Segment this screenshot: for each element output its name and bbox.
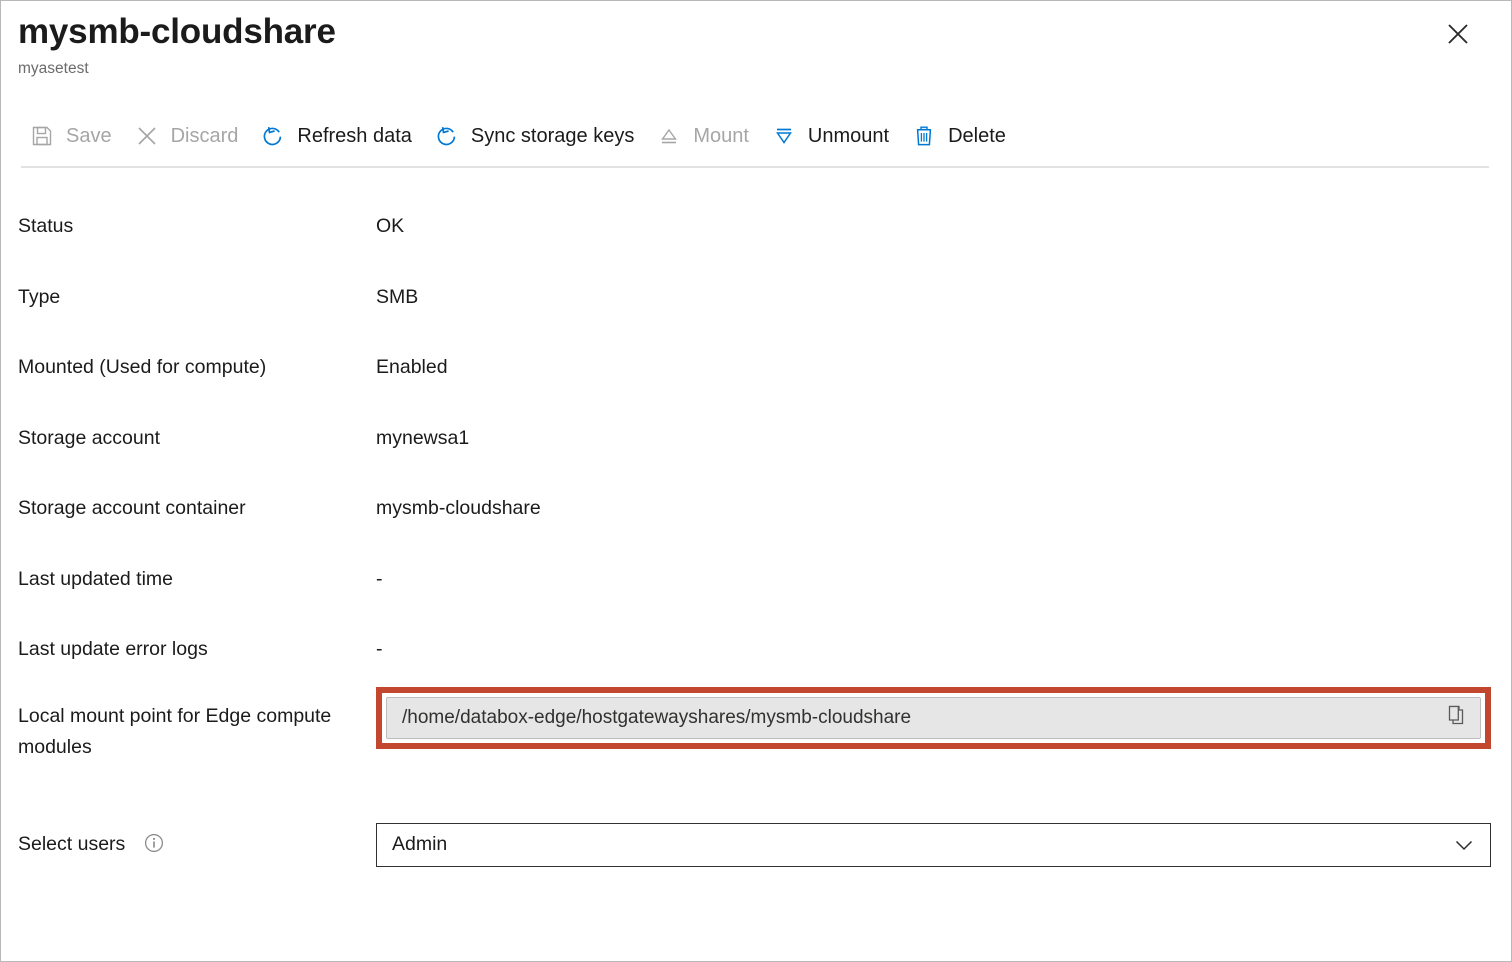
property-row-select-users: Select users Admin: [18, 815, 1491, 875]
close-button[interactable]: [1441, 17, 1475, 51]
property-row-status: Status OK: [18, 197, 1491, 268]
property-label: Storage account container: [18, 479, 376, 524]
property-value: mynewsa1: [376, 409, 469, 454]
property-label: Status: [18, 197, 376, 242]
property-value: OK: [376, 197, 404, 242]
save-icon: [29, 123, 55, 149]
property-value: -: [376, 620, 383, 665]
refresh-icon: [260, 123, 286, 149]
property-row-last-updated-time: Last updated time -: [18, 550, 1491, 621]
highlight-annotation: /home/databox-edge/hostgatewayshares/mys…: [376, 687, 1491, 749]
unmount-label: Unmount: [808, 125, 889, 148]
mount-button[interactable]: Mount: [645, 113, 760, 159]
discard-label: Discard: [171, 125, 239, 148]
property-label: Type: [18, 268, 376, 313]
select-users-dropdown[interactable]: Admin: [376, 823, 1491, 867]
unmount-button[interactable]: Unmount: [760, 113, 900, 159]
select-users-label: Select users: [18, 829, 376, 860]
sync-storage-keys-button[interactable]: Sync storage keys: [423, 113, 645, 159]
chevron-down-icon: [1452, 833, 1476, 857]
property-row-local-mount-point: Local mount point for Edge compute modul…: [18, 691, 1491, 791]
page-title: mysmb-cloudshare: [1, 11, 1511, 53]
property-row-type: Type SMB: [18, 268, 1491, 339]
property-value: mysmb-cloudshare: [376, 479, 541, 524]
delete-label: Delete: [948, 125, 1006, 148]
discard-icon: [134, 123, 160, 149]
local-mount-point-label: Local mount point for Edge compute modul…: [18, 691, 376, 763]
toolbar-separator: [21, 166, 1489, 168]
select-users-value: Admin: [392, 833, 447, 856]
blade-header: mysmb-cloudshare myasetest: [1, 1, 1511, 77]
property-label: Last updated time: [18, 550, 376, 595]
copy-icon: [1446, 704, 1468, 731]
property-row-storage-account-container: Storage account container mysmb-cloudsha…: [18, 479, 1491, 550]
delete-button[interactable]: Delete: [900, 113, 1017, 159]
refresh-data-button[interactable]: Refresh data: [249, 113, 423, 159]
property-value: -: [376, 550, 383, 595]
property-label: Last update error logs: [18, 620, 376, 665]
property-row-last-update-error-logs: Last update error logs -: [18, 620, 1491, 691]
unmount-icon: [771, 123, 797, 149]
local-mount-point-input[interactable]: /home/databox-edge/hostgatewayshares/mys…: [386, 697, 1481, 739]
info-icon[interactable]: [143, 832, 165, 854]
close-icon: [1445, 21, 1471, 47]
local-mount-point-field-wrapper: /home/databox-edge/hostgatewayshares/mys…: [376, 687, 1491, 749]
property-row-storage-account: Storage account mynewsa1: [18, 409, 1491, 480]
refresh-data-label: Refresh data: [297, 125, 412, 148]
mount-label: Mount: [693, 125, 749, 148]
property-label: Mounted (Used for compute): [18, 338, 376, 383]
local-mount-point-value: /home/databox-edge/hostgatewayshares/mys…: [402, 707, 911, 729]
mount-icon: [656, 123, 682, 149]
property-value: SMB: [376, 268, 418, 313]
copy-button[interactable]: [1444, 705, 1470, 731]
save-button[interactable]: Save: [18, 113, 123, 159]
property-label: Storage account: [18, 409, 376, 454]
save-label: Save: [66, 125, 112, 148]
property-value: Enabled: [376, 338, 448, 383]
command-toolbar: Save Discard Refresh data: [18, 113, 1017, 159]
sync-storage-keys-label: Sync storage keys: [471, 125, 634, 148]
property-list: Status OK Type SMB Mounted (Used for com…: [18, 197, 1491, 875]
sync-icon: [434, 123, 460, 149]
property-row-mounted: Mounted (Used for compute) Enabled: [18, 338, 1491, 409]
blade-panel: mysmb-cloudshare myasetest Save: [0, 0, 1512, 962]
select-users-label-text: Select users: [18, 833, 125, 855]
page-subtitle: myasetest: [1, 53, 1511, 77]
delete-icon: [911, 123, 937, 149]
discard-button[interactable]: Discard: [123, 113, 250, 159]
